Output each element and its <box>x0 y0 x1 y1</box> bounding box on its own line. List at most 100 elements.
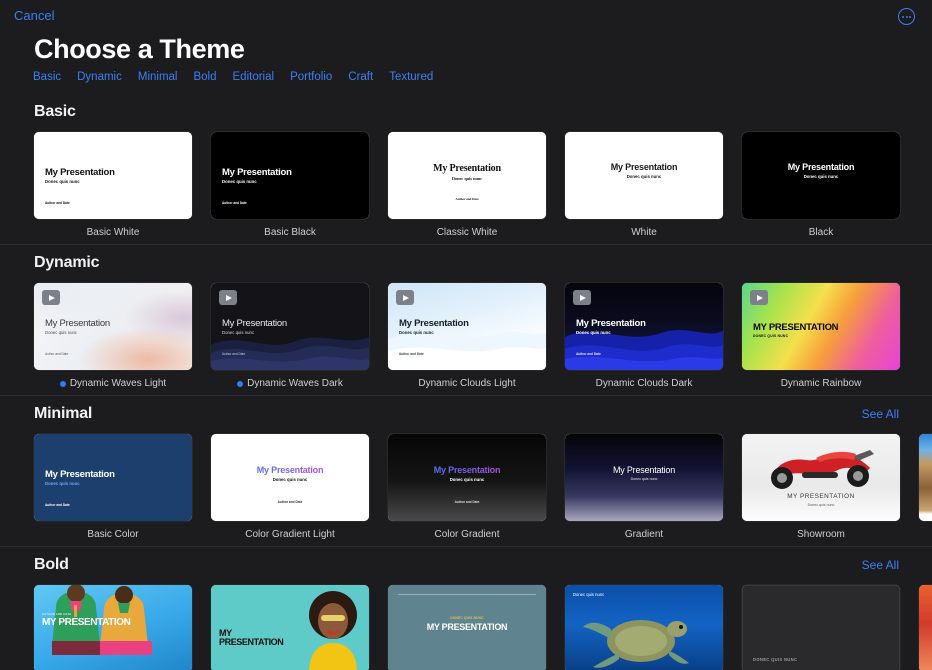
slide-subtitle: Donec quis nunc <box>565 478 723 482</box>
theme-cell: My Presentation Donec quis nunc Author and… <box>388 434 546 540</box>
theme-cell <box>919 585 932 670</box>
theme-thumbnail[interactable]: Donec quis nunc <box>565 585 723 670</box>
theme-thumbnail[interactable]: My PresentationDonec quis nunc <box>742 132 900 219</box>
desert-image <box>919 434 932 521</box>
cancel-button[interactable]: Cancel <box>14 8 54 24</box>
theme-thumbnail[interactable]: MYPRESENTATION <box>211 585 369 670</box>
theme-scroll-area[interactable]: BasicMy PresentationDonec quis nuncAutho… <box>0 94 932 670</box>
theme-cell: My PresentationDonec quis nuncAuthor and… <box>388 132 546 238</box>
theme-thumbnail[interactable]: My Presentation Donec quis nunc Author and… <box>388 434 546 521</box>
theme-caption: Black <box>742 227 900 238</box>
theme-row: My PresentationDonec quis nuncAuthor and… <box>0 434 932 546</box>
slide-author: Author and Date <box>222 202 247 206</box>
theme-thumbnail[interactable]: MY PRESENTATIONDONEC QUIS NUNC <box>742 283 900 370</box>
slide-author: Author and Date <box>399 353 424 357</box>
slide-title: My Presentation <box>388 466 546 475</box>
theme-thumbnail[interactable]: My PresentationDonec quis nuncAuthor and… <box>211 434 369 521</box>
slide-subtitle: Donec quis nunc <box>45 180 80 185</box>
theme-cell: MY PRESENTATIONDONEC QUIS NUNC Dynamic Ra… <box>742 283 900 389</box>
theme-thumbnail[interactable]: My PresentationDonec quis nuncAuthor and… <box>388 132 546 219</box>
theme-cell: My Presentation Donec quis nunc Author and… <box>565 283 723 389</box>
theme-thumbnail[interactable]: My Presentation Donec quis nunc Author and… <box>34 132 192 219</box>
category-link-craft[interactable]: Craft <box>348 71 389 83</box>
theme-caption: Showroom <box>742 529 900 540</box>
more-dot <box>902 16 904 18</box>
slide-title: My Presentation <box>211 466 369 475</box>
slide-title: DONEC QUIS NUNC <box>753 658 797 662</box>
theme-thumbnail[interactable]: MY PRESENTATIONDonec quis nunc <box>742 434 900 521</box>
theme-thumbnail[interactable]: My PresentationDonec quis nuncAuthor and… <box>211 283 369 370</box>
slide-title: My Presentation <box>45 470 115 480</box>
see-all-link[interactable]: See All <box>862 407 899 421</box>
slide-title: MY PRESENTATION <box>742 494 900 501</box>
category-link-basic[interactable]: Basic <box>33 71 77 83</box>
slide-title: My Presentation <box>399 319 469 329</box>
theme-thumbnail[interactable]: My PresentationDonec quis nunc <box>565 434 723 521</box>
theme-name: Dynamic Clouds Dark <box>596 378 693 389</box>
theme-thumbnail[interactable]: AUTHOR AND DATE MY PRESENTATION <box>34 585 192 670</box>
theme-name: Color Gradient Light <box>245 529 335 540</box>
slide-author: Author and Date <box>45 202 70 206</box>
slide-subtitle: Donec quis nunc <box>576 331 611 336</box>
section-title: Dynamic <box>34 254 99 272</box>
theme-section-bold: BoldSee AllAUTHOR AND DATEMY PRESENTATIO… <box>0 546 932 670</box>
theme-thumbnail[interactable] <box>919 434 932 521</box>
theme-name: Dynamic Waves Dark <box>247 378 343 389</box>
theme-thumbnail[interactable]: My PresentationDonec quis nuncAuthor and… <box>34 434 192 521</box>
theme-thumbnail[interactable]: Donec quis nuncMY PRESENTATION <box>388 585 546 670</box>
theme-thumbnail[interactable]: My PresentationDonec quis nuncAuthor and… <box>211 132 369 219</box>
slide-title: My Presentation <box>565 163 723 172</box>
slide-subtitle: Donec quis nunc <box>388 478 546 483</box>
theme-cell: My PresentationDonec quis nuncGradient <box>565 434 723 540</box>
page-title: Choose a Theme <box>34 34 244 65</box>
theme-caption: Basic White <box>34 227 192 238</box>
slide-subtitle: Donec quis nunc <box>399 331 434 336</box>
theme-name: Showroom <box>797 529 845 540</box>
theme-caption: Classic White <box>388 227 546 238</box>
play-icon[interactable] <box>396 290 414 305</box>
category-link-editorial[interactable]: Editorial <box>233 71 291 83</box>
slide-author: Author and Date <box>388 198 546 202</box>
theme-caption: Dynamic Rainbow <box>742 378 900 389</box>
more-options-icon[interactable] <box>898 8 915 25</box>
section-header: Dynamic <box>0 245 932 283</box>
theme-thumbnail[interactable]: DONEC QUIS NUNC <box>742 585 900 670</box>
see-all-link[interactable]: See All <box>862 558 899 572</box>
category-link-textured[interactable]: Textured <box>389 71 449 83</box>
slide-author: AUTHOR AND DATE <box>42 613 71 616</box>
slide-author: Author and Date <box>211 501 369 505</box>
slide-title: MY PRESENTATION <box>42 618 130 629</box>
theme-thumbnail[interactable]: My PresentationDonec quis nunc <box>565 132 723 219</box>
motorcycle-image <box>758 442 884 490</box>
slide-author: Author and Date <box>576 353 601 357</box>
theme-cell: My PresentationDonec quis nuncAuthor and… <box>211 132 369 238</box>
slide-subtitle: Donec quis nunc <box>742 175 900 180</box>
theme-thumbnail[interactable]: My Presentation Donec quis nunc Author and… <box>388 283 546 370</box>
theme-cell: My PresentationDonec quis nunc White <box>565 132 723 238</box>
category-link-portfolio[interactable]: Portfolio <box>290 71 348 83</box>
theme-name: Black <box>809 227 833 238</box>
theme-cell: My PresentationDonec quis nuncAuthor and… <box>34 283 192 389</box>
slide-title: My Presentation <box>45 168 115 178</box>
category-link-dynamic[interactable]: Dynamic <box>77 71 138 83</box>
theme-cell: AUTHOR AND DATE MY PRESENTATION <box>34 585 192 670</box>
theme-name: Dynamic Clouds Light <box>418 378 515 389</box>
slide-subtitle: DONEC QUIS NUNC <box>753 335 788 339</box>
new-indicator-dot <box>60 381 66 387</box>
slide-title: My Presentation <box>576 319 646 329</box>
theme-name: White <box>631 227 657 238</box>
slide-author: Author and Date <box>388 501 546 505</box>
theme-chooser-window: Cancel Choose a Theme BasicDynamicMinima… <box>0 0 932 670</box>
theme-caption: Basic Black <box>211 227 369 238</box>
theme-caption: Color Gradient Light <box>211 529 369 540</box>
theme-caption: Dynamic Clouds Light <box>388 378 546 389</box>
theme-thumbnail[interactable]: My PresentationDonec quis nuncAuthor and… <box>34 283 192 370</box>
category-link-bold[interactable]: Bold <box>193 71 232 83</box>
theme-thumbnail[interactable]: My Presentation Donec quis nunc Author and… <box>565 283 723 370</box>
play-icon[interactable] <box>573 290 591 305</box>
play-icon[interactable] <box>750 290 768 305</box>
theme-thumbnail[interactable] <box>919 585 932 670</box>
play-icon[interactable] <box>219 290 237 305</box>
category-link-minimal[interactable]: Minimal <box>138 71 194 83</box>
play-icon[interactable] <box>42 290 60 305</box>
